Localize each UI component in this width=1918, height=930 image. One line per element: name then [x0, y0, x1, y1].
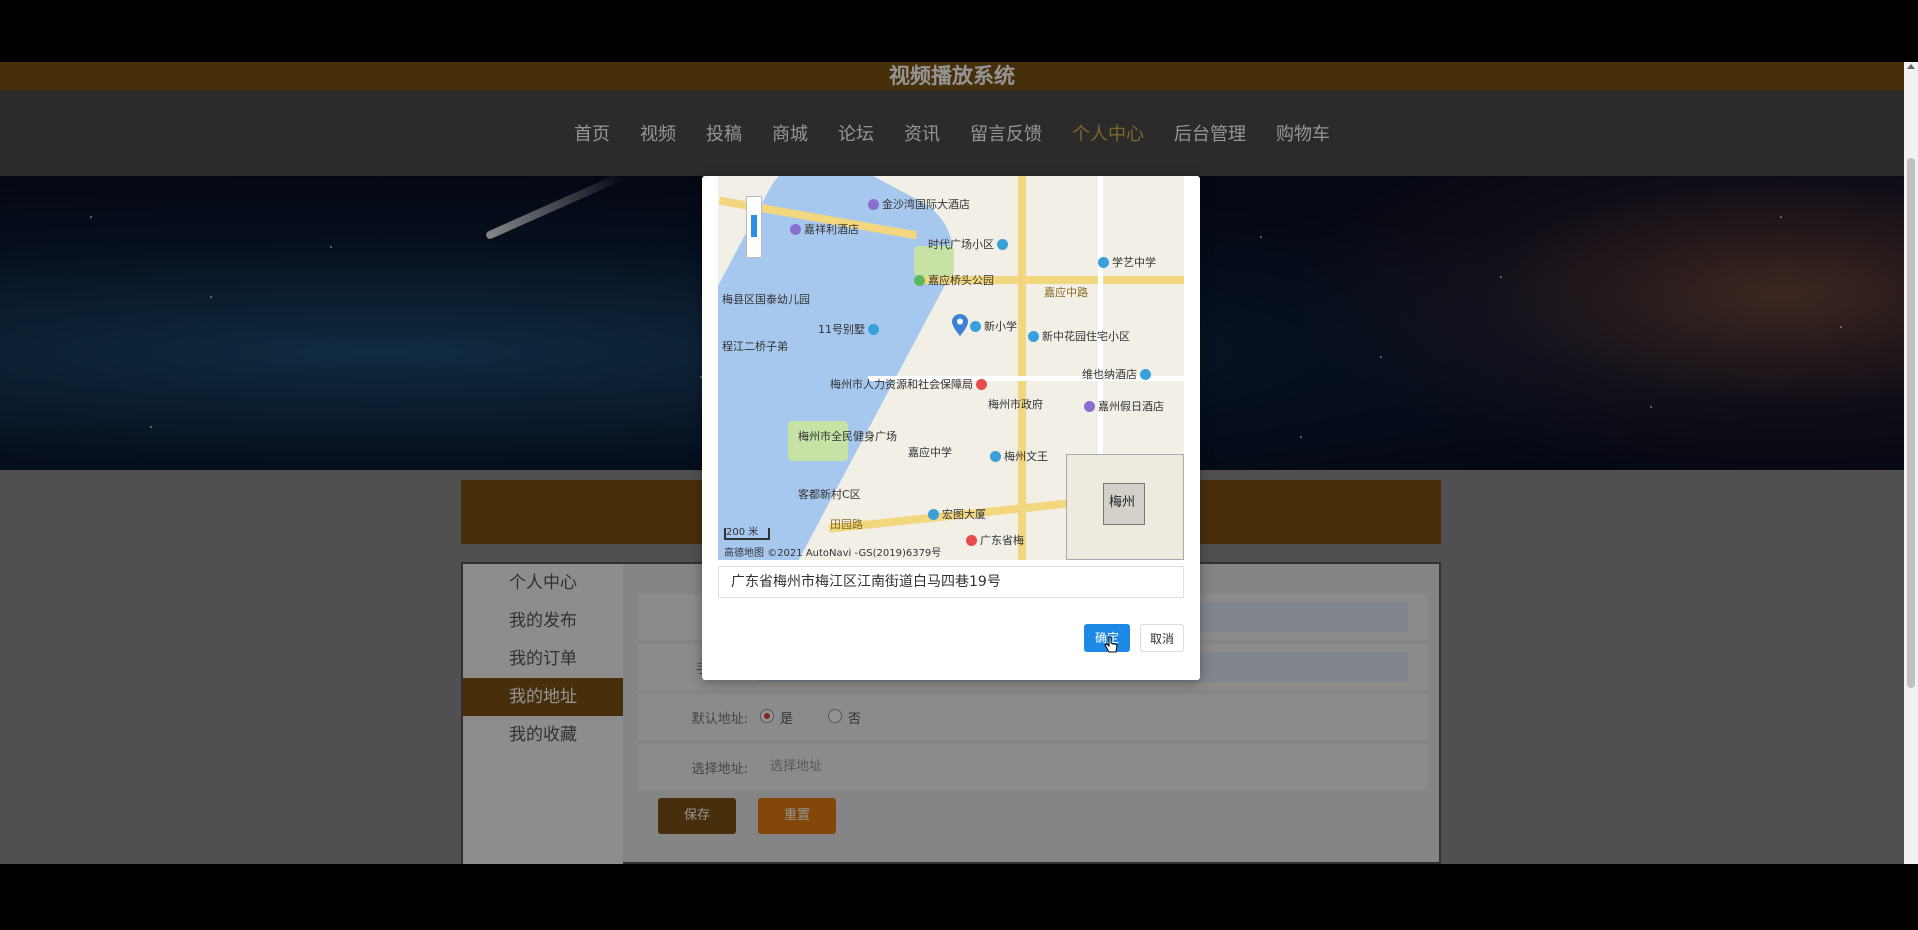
map-poi[interactable]: 新中花园住宅小区	[1028, 328, 1130, 344]
map-poi-icon	[966, 535, 977, 546]
map-copyright-text: ©2021 AutoNavi -GS(2019)6379号	[767, 548, 942, 559]
map-logo: 高德地图	[724, 548, 764, 559]
map-poi-label: 金沙湾国际大酒店	[882, 198, 970, 211]
map-poi-label: 嘉州假日酒店	[1098, 400, 1164, 413]
map-copyright: 高德地图 ©2021 AutoNavi -GS(2019)6379号	[724, 544, 941, 559]
map-poi-label: 新小学	[984, 320, 1017, 333]
map-poi[interactable]: 时代广场小区	[928, 236, 1011, 252]
map-road-label: 嘉应中路	[1044, 286, 1088, 299]
scroll-up-icon[interactable]	[1907, 64, 1915, 69]
map-poi-icon	[997, 239, 1008, 250]
map-poi[interactable]: 梅州市人力资源和社会保障局	[830, 376, 990, 392]
map-poi-icon	[970, 321, 981, 332]
map-poi-label: 梅州市政府	[988, 398, 1043, 411]
map-poi[interactable]: 嘉州假日酒店	[1084, 398, 1164, 414]
map-poi[interactable]: 嘉祥利酒店	[790, 221, 859, 237]
map-poi-label: 嘉应桥头公园	[928, 274, 994, 287]
map-poi[interactable]: 学艺中学	[1098, 254, 1156, 270]
map-poi[interactable]: 梅州市政府	[988, 396, 1043, 412]
selected-address-field[interactable]: 广东省梅州市梅江区江南街道白马四巷19号	[718, 566, 1184, 598]
map-poi[interactable]: 维也纳酒店	[1082, 366, 1154, 382]
map-poi[interactable]: 梅县区国泰幼儿园	[722, 291, 810, 307]
page-scrollbar[interactable]	[1904, 62, 1918, 864]
map-poi-icon	[914, 275, 925, 286]
map-poi-icon	[868, 324, 879, 335]
zoom-slider-icon[interactable]	[751, 215, 757, 237]
map-poi-label: 梅州市全民健身广场	[798, 430, 897, 443]
map-poi-label: 11号别墅	[818, 323, 865, 336]
map-poi[interactable]: 梅州市全民健身广场	[798, 428, 897, 444]
map-poi[interactable]: 11号别墅	[818, 321, 882, 337]
map-poi-label: 新中花园住宅小区	[1042, 330, 1130, 343]
map-poi-label: 梅县区国泰幼儿园	[722, 293, 810, 306]
map-road	[1018, 176, 1026, 560]
map-poi-label: 梅州文王	[1004, 450, 1048, 463]
map-poi-label: 嘉祥利酒店	[804, 223, 859, 236]
map-poi-icon	[1084, 401, 1095, 412]
map-poi-icon	[976, 379, 987, 390]
map-poi-icon	[928, 509, 939, 520]
map-poi-label: 程江二桥子弟	[722, 340, 788, 353]
map-poi[interactable]: 程江二桥子弟	[722, 338, 788, 354]
map-poi[interactable]: 新小学	[970, 318, 1017, 334]
map-poi[interactable]: 金沙湾国际大酒店	[868, 196, 970, 212]
map-poi[interactable]: 宏图大厦	[928, 506, 986, 522]
map-road-label: 田园路	[830, 518, 863, 531]
map-picker-dialog: 金沙湾国际大酒店 嘉祥利酒店 时代广场小区 嘉应桥头公园 学艺中学 梅县区国泰幼…	[702, 176, 1200, 680]
map-poi[interactable]: 广东省梅	[966, 532, 1024, 548]
map-overview[interactable]: 梅州	[1066, 454, 1184, 560]
map-scale: 200 米	[724, 528, 770, 540]
map-poi-label: 时代广场小区	[928, 238, 994, 251]
map-zoom-control[interactable]	[746, 196, 762, 258]
map-poi-icon	[1098, 257, 1109, 268]
map-poi-icon	[1028, 331, 1039, 342]
map-poi-icon	[1140, 369, 1151, 380]
map-poi-label: 梅州市人力资源和社会保障局	[830, 378, 973, 391]
map-poi-label: 宏图大厦	[942, 508, 986, 521]
map-poi-icon	[990, 451, 1001, 462]
map-poi[interactable]: 嘉应桥头公园	[914, 272, 994, 288]
map-view[interactable]: 金沙湾国际大酒店 嘉祥利酒店 时代广场小区 嘉应桥头公园 学艺中学 梅县区国泰幼…	[718, 176, 1184, 560]
map-location-pin-icon[interactable]	[952, 314, 968, 336]
map-poi[interactable]: 嘉应中学	[908, 444, 952, 460]
map-poi-label: 学艺中学	[1112, 256, 1156, 269]
map-poi-label: 广东省梅	[980, 534, 1024, 547]
overview-label: 梅州	[1109, 495, 1136, 510]
map-poi[interactable]: 梅州文王	[990, 448, 1048, 464]
browser-viewport: 视频播放系统 首页 视频 投稿 商城 论坛 资讯 留言反馈 个人中心 后台管理 …	[0, 62, 1918, 864]
hand-cursor-icon	[1104, 636, 1118, 653]
map-poi-label: 嘉应中学	[908, 446, 952, 459]
map-poi-label: 维也纳酒店	[1082, 368, 1137, 381]
map-poi-label: 客都新村C区	[798, 488, 861, 501]
scrollbar-thumb[interactable]	[1907, 158, 1915, 688]
map-poi-icon	[790, 224, 801, 235]
map-poi[interactable]: 客都新村C区	[798, 486, 861, 502]
map-poi-icon	[868, 199, 879, 210]
cancel-button[interactable]: 取消	[1140, 624, 1184, 652]
